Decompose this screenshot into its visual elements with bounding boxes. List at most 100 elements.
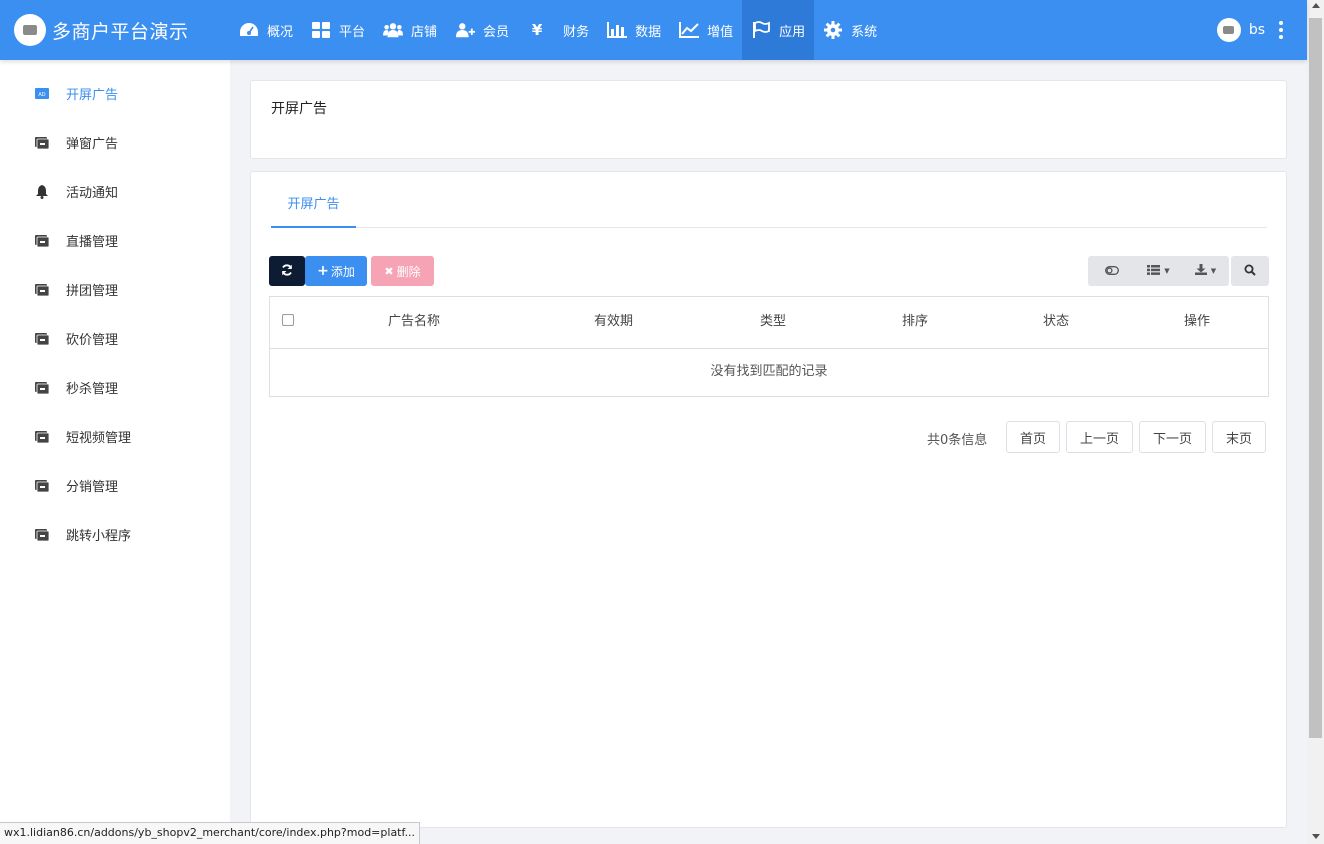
empty-message: 没有找到匹配的记录 [710,364,828,379]
gear-icon [823,20,843,40]
sidebar-item-bargain[interactable]: 砍价管理 [0,314,230,363]
ad-icon [35,234,49,248]
ad-icon [35,430,49,444]
refresh-button[interactable] [269,256,305,286]
link-status-bar: wx1.lidian86.cn/addons/yb_shopv2_merchan… [0,822,421,844]
sidebar-item-splash-ad[interactable]: AD 开屏广告 [0,69,230,118]
nav-item-label: 数据 [635,24,662,40]
nav-item-value-added[interactable]: 增值 [670,0,742,60]
nav-item-label: 应用 [779,24,806,40]
refresh-icon [281,263,293,279]
sidebar-item-mini-program[interactable]: 跳转小程序 [0,510,230,559]
export-dropdown-button[interactable]: ▼ [1182,256,1229,286]
nav-item-label: 系统 [851,24,878,40]
sidebar-item-label: 活动通知 [66,186,119,201]
sidebar-item-event-notice[interactable]: 活动通知 [0,167,230,216]
nav-item-platform[interactable]: 平台 [302,0,374,60]
columns-dropdown-button[interactable]: ▼ [1135,256,1182,286]
line-chart-icon [679,20,700,40]
scrollbar-thumb[interactable] [1309,18,1322,738]
next-page-button[interactable]: 下一页 [1139,421,1206,453]
sidebar-item-short-video[interactable]: 短视频管理 [0,412,230,461]
sidebar-item-label: 短视频管理 [66,431,132,446]
sidebar-item-label: 开屏广告 [66,88,119,103]
select-all-checkbox[interactable] [282,314,294,326]
ad-icon [35,136,49,150]
column-header-actions: 操作 [1184,314,1211,329]
more-vertical-icon[interactable] [1279,21,1283,39]
tab-splash-ad[interactable]: 开屏广告 [271,192,356,228]
sidebar-item-live[interactable]: 直播管理 [0,216,230,265]
ad-icon [35,332,49,346]
column-header-validity[interactable]: 有效期 [594,297,633,349]
column-header-status[interactable]: 状态 [1043,297,1069,349]
table-header: 广告名称 有效期 类型 排序 状态 操作 [270,297,1268,349]
prev-page-button[interactable]: 上一页 [1066,421,1133,453]
ad-icon [35,479,49,493]
table-options-group: ▼ ▼ [1088,256,1229,286]
nav-item-data[interactable]: 数据 [598,0,670,60]
plus-icon: + [317,263,329,279]
delete-button[interactable]: ✖ 删除 [371,256,434,286]
users-icon [383,20,404,40]
user-plus-icon [455,20,476,40]
vertical-scrollbar[interactable] [1307,0,1324,844]
nav-item-members[interactable]: 会员 [446,0,518,60]
nav-item-system[interactable]: 系统 [814,0,886,60]
search-icon [1244,264,1256,279]
sidebar-item-label: 拼团管理 [66,284,119,299]
nav-item-overview[interactable]: 概况 [230,0,302,60]
scroll-down-arrow-icon[interactable] [1312,834,1320,839]
main-panel: 开屏广告 + 添加 ✖ 删除 ▼ ▼ 广告名称 有效期 类型 排序 状态 操作 … [250,171,1287,828]
nav-item-label: 增值 [707,24,734,40]
sidebar-item-label: 跳转小程序 [66,529,132,544]
close-icon: ✖ [384,264,394,278]
scroll-up-arrow-icon[interactable] [1312,3,1320,8]
nav-item-label: 店铺 [411,24,438,40]
user-menu[interactable]: bs [1216,0,1283,60]
toggle-icon [1104,264,1119,279]
ad-icon [35,283,49,297]
nav-item-apps[interactable]: 应用 [742,0,815,60]
brand-title: 多商户平台演示 [52,20,189,43]
username[interactable]: bs [1249,22,1265,38]
column-header-type[interactable]: 类型 [760,297,786,349]
top-navbar: 多商户平台演示 概况 平台 店铺 会员 ¥ 财务 数据 增值 应用 系统 bs [0,0,1307,60]
nav-item-finance[interactable]: ¥ 财务 [518,0,598,60]
ad-icon [35,381,49,395]
download-icon [1194,263,1207,279]
brand-logo [14,14,46,46]
yen-icon: ¥ [531,21,543,39]
sidebar-item-label: 直播管理 [66,235,119,250]
nav-item-shops[interactable]: 店铺 [374,0,446,60]
svg-text:AD: AD [38,92,45,98]
sidebar-item-popup-ad[interactable]: 弹窗广告 [0,118,230,167]
sidebar: AD 开屏广告 弹窗广告 活动通知 直播管理 拼团管理 砍价管理 秒杀管理 短视… [0,60,230,844]
sidebar-item-flash-sale[interactable]: 秒杀管理 [0,363,230,412]
bell-icon [35,184,49,199]
last-page-button[interactable]: 末页 [1212,421,1266,453]
nav-menu: 概况 平台 店铺 会员 ¥ 财务 数据 增值 应用 系统 [230,0,886,60]
pager-info: 共0条信息 [927,433,988,448]
toggle-view-button[interactable] [1088,256,1135,286]
avatar[interactable] [1216,18,1241,42]
dashboard-icon [239,20,259,40]
add-button-label: 添加 [330,264,355,279]
flag-icon [751,20,771,40]
sidebar-item-label: 砍价管理 [66,333,119,348]
search-button[interactable] [1231,256,1269,286]
add-button[interactable]: + 添加 [305,256,367,286]
sidebar-item-group-buy[interactable]: 拼团管理 [0,265,230,314]
column-header-ad-name[interactable]: 广告名称 [388,297,440,349]
nav-item-label: 会员 [483,24,510,40]
caret-down-icon: ▼ [1210,267,1217,275]
sidebar-item-distribution[interactable]: 分销管理 [0,461,230,510]
data-table: 广告名称 有效期 类型 排序 状态 操作 没有找到匹配的记录 [269,296,1269,397]
nav-item-label: 概况 [267,24,294,40]
brand[interactable]: 多商户平台演示 [0,0,230,60]
first-page-button[interactable]: 首页 [1006,421,1060,453]
ad-icon: AD [35,87,49,101]
header-panel: 开屏广告 [250,80,1287,159]
list-icon [1147,264,1161,279]
column-header-sort[interactable]: 排序 [902,297,928,349]
